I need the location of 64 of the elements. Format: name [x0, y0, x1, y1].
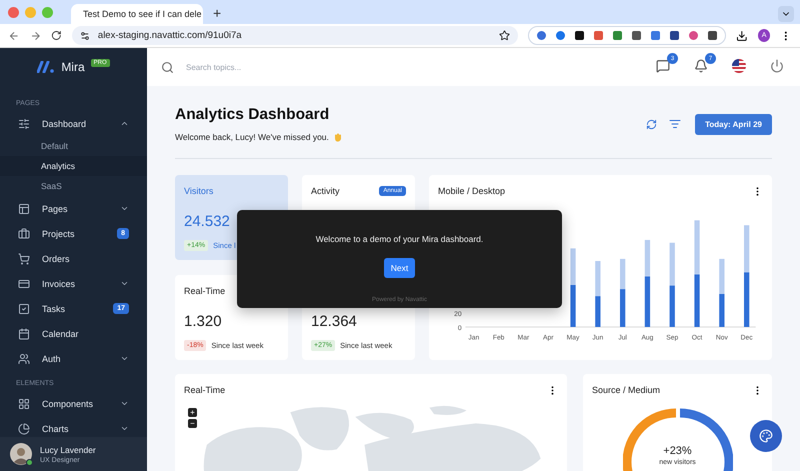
- sidebar-item[interactable]: Invoices: [0, 271, 147, 296]
- search-field[interactable]: Search topics...: [184, 62, 384, 72]
- sidebar-item[interactable]: Orders: [0, 246, 147, 271]
- next-button[interactable]: Next: [384, 258, 416, 278]
- brand-name: Mira: [61, 60, 85, 74]
- sliders-icon: [18, 118, 30, 130]
- card-icon: [18, 278, 30, 290]
- forward-icon[interactable]: [30, 30, 42, 42]
- us-flag-icon[interactable]: [732, 59, 746, 73]
- sidebar-item[interactable]: Pages: [0, 196, 147, 221]
- dialog-message: Welcome to a demo of your Mira dashboard.: [316, 234, 484, 244]
- tab-list-button[interactable]: [778, 6, 794, 22]
- calendar-icon: [18, 328, 30, 340]
- filter-icon[interactable]: [669, 118, 682, 130]
- user-name: Lucy Lavender: [40, 444, 96, 454]
- layout-icon: [18, 202, 30, 214]
- zoom-in-button[interactable]: +: [188, 408, 197, 417]
- sidebar-item[interactable]: Auth: [0, 346, 147, 371]
- address-bar[interactable]: alex-staging.navattic.com/91u0i7a: [72, 26, 518, 45]
- sidebar-subitem[interactable]: Analytics: [0, 156, 147, 176]
- browser-tab[interactable]: Test Demo to see if I can dele: [71, 4, 203, 24]
- card-title: Real-Time: [184, 286, 226, 296]
- card-title: Mobile / Desktop: [438, 186, 506, 196]
- zoom-out-button[interactable]: −: [188, 419, 197, 428]
- search-icon: [161, 60, 174, 74]
- bell-icon[interactable]: [694, 59, 708, 73]
- welcome-text: Welcome back, Lucy! We've missed you.: [175, 132, 329, 142]
- back-icon[interactable]: [8, 30, 20, 42]
- theme-palette-button[interactable]: [750, 420, 782, 452]
- refresh-icon[interactable]: [646, 118, 658, 130]
- site-settings-icon[interactable]: [80, 30, 90, 40]
- bookmark-star-icon[interactable]: [499, 30, 510, 41]
- palette-icon: [759, 429, 773, 443]
- close-window-button[interactable]: [8, 6, 19, 18]
- logo-icon: [37, 61, 56, 73]
- card-title: Real-Time: [184, 385, 226, 395]
- reload-icon[interactable]: [51, 30, 62, 41]
- cart-icon: [18, 252, 30, 264]
- sidebar-item[interactable]: Calendar: [0, 321, 147, 346]
- checkbox-icon: [18, 302, 30, 314]
- pie-chart-icon: [18, 422, 30, 434]
- donut-value: +23%: [663, 445, 692, 457]
- sidebar-subitem[interactable]: SaaS: [0, 176, 147, 196]
- sidebar-item[interactable]: Components: [0, 391, 147, 416]
- waving-hand-icon: [332, 132, 343, 142]
- grid-icon: [18, 398, 30, 410]
- sidebar-item[interactable]: Charts: [0, 416, 147, 437]
- stat-value: 12.364: [311, 313, 358, 330]
- page-title: Analytics Dashboard: [175, 106, 330, 124]
- card-title: Activity: [311, 186, 340, 196]
- sidebar-item[interactable]: Dashboard: [0, 111, 147, 136]
- users-icon: [18, 352, 30, 364]
- message-icon[interactable]: [656, 59, 670, 73]
- user-avatar: [10, 443, 32, 465]
- stat-value: 1.320: [184, 313, 223, 330]
- new-tab-button[interactable]: +: [209, 4, 226, 24]
- download-icon[interactable]: [736, 30, 748, 42]
- sidebar-subitem[interactable]: Default: [0, 136, 147, 156]
- stat-value: 24.532: [184, 213, 231, 230]
- date-button[interactable]: Today: April 29: [695, 114, 772, 134]
- power-icon[interactable]: [770, 59, 784, 73]
- card-title: Source / Medium: [592, 385, 660, 395]
- briefcase-icon: [18, 228, 30, 240]
- card-title: Visitors: [184, 186, 214, 196]
